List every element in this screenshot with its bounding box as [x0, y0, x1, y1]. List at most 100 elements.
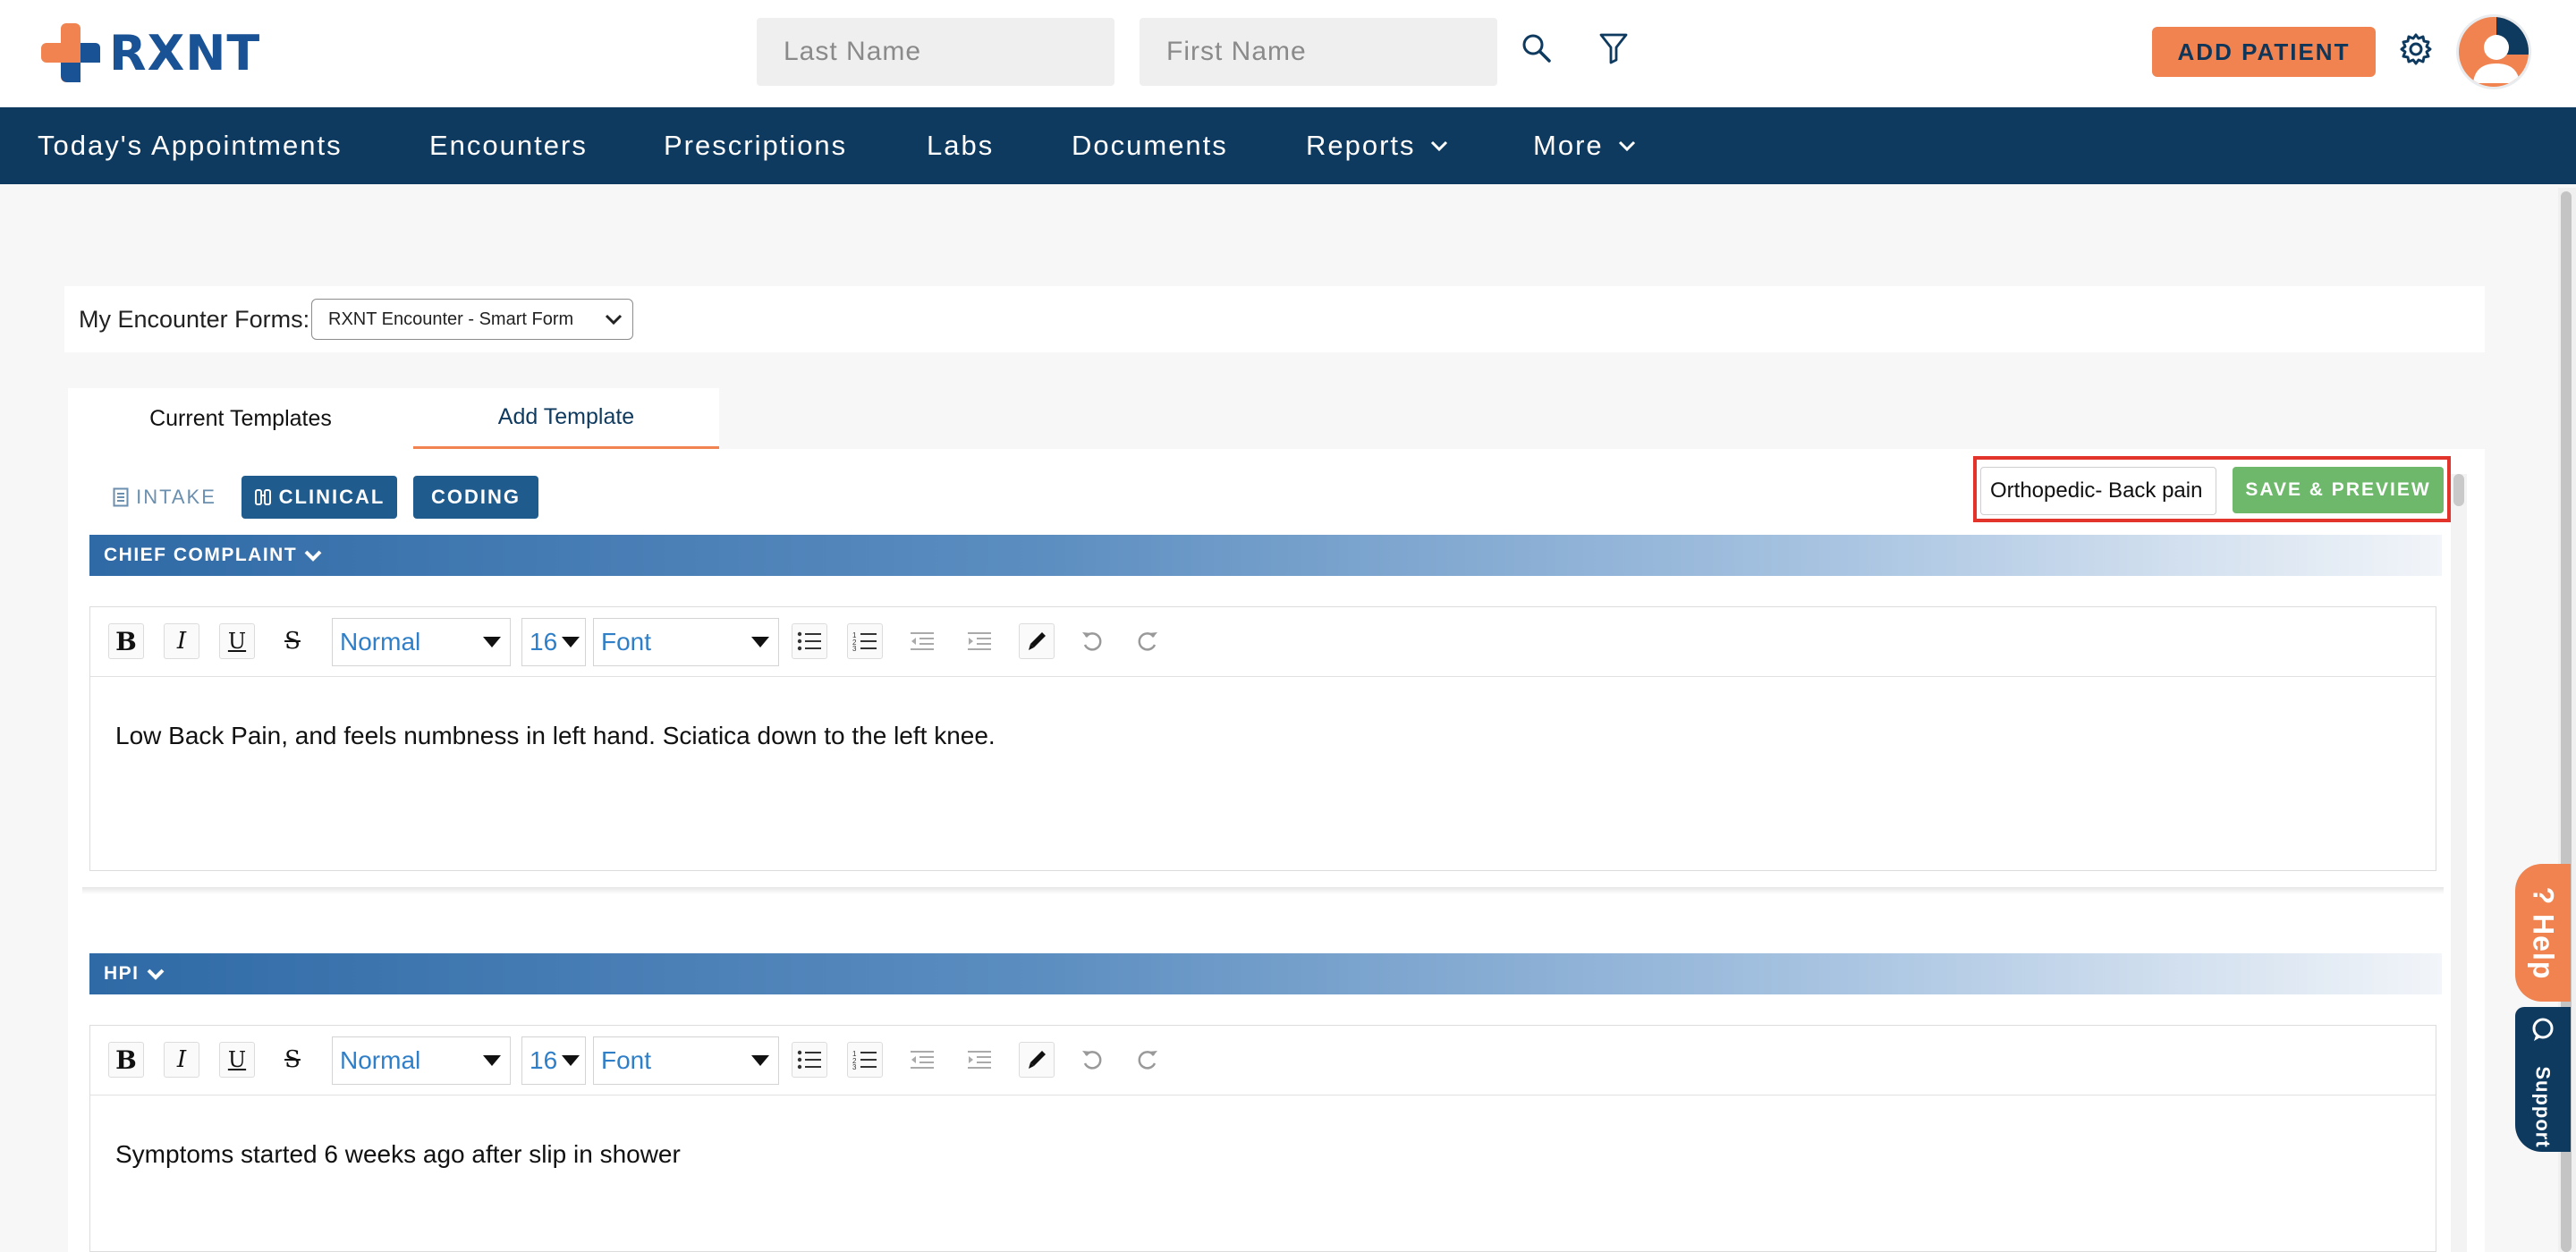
- hpi-editor: B I U S Normal 16 Font 123 Symptoms star…: [89, 1025, 2436, 1252]
- text-color-icon[interactable]: [1019, 1042, 1055, 1078]
- section-tab-clinical[interactable]: CLINICAL: [242, 476, 397, 519]
- font-size-value: 16: [530, 1046, 558, 1074]
- nav-item-more[interactable]: More: [1533, 107, 1636, 184]
- block-format-value: Normal: [340, 628, 421, 656]
- document-icon: [113, 487, 129, 507]
- binoculars-icon: [254, 488, 272, 506]
- numbered-list-icon[interactable]: 123: [847, 1042, 883, 1078]
- bullet-list-icon[interactable]: [792, 623, 827, 659]
- undo-icon[interactable]: [1074, 1042, 1110, 1078]
- editor-scrollbar-thumb[interactable]: [2453, 474, 2464, 506]
- redo-icon[interactable]: [1130, 623, 1165, 659]
- chevron-down-icon: [1430, 140, 1448, 152]
- nav-label: More: [1533, 130, 1604, 161]
- section-tab-coding[interactable]: CODING: [413, 476, 538, 519]
- add-patient-button[interactable]: ADD PATIENT: [2152, 27, 2376, 77]
- font-family-select[interactable]: Font: [593, 1036, 779, 1085]
- chevron-down-icon: [604, 310, 623, 334]
- font-family-value: Font: [601, 1046, 652, 1074]
- indent-icon[interactable]: [962, 1042, 997, 1078]
- help-label: ? Help: [2527, 886, 2560, 979]
- save-preview-button[interactable]: SAVE & PREVIEW: [2233, 467, 2444, 513]
- outdent-icon[interactable]: [904, 623, 940, 659]
- font-size-select[interactable]: 16: [521, 618, 586, 666]
- support-widget-button[interactable]: Support: [2515, 1007, 2571, 1152]
- text-color-icon[interactable]: [1019, 623, 1055, 659]
- search-icon[interactable]: [1517, 29, 1556, 68]
- section-tab-label: CLINICAL: [278, 486, 386, 508]
- editor-toolbar: B I U S Normal 16 Font 123: [90, 1026, 2436, 1096]
- editor-scrollbar[interactable]: [2451, 474, 2467, 1252]
- help-label-text: Help: [2527, 913, 2560, 979]
- underline-button[interactable]: U: [219, 623, 255, 659]
- tab-add-template[interactable]: Add Template: [413, 388, 719, 449]
- nav-item-todays-appointments[interactable]: Today's Appointments: [38, 107, 343, 184]
- numbered-list-icon[interactable]: 123: [847, 623, 883, 659]
- caret-down-icon: [751, 1055, 769, 1066]
- strikethrough-button[interactable]: S: [275, 1042, 310, 1078]
- nav-label: Encounters: [429, 130, 588, 161]
- section-tab-intake[interactable]: INTAKE: [102, 476, 227, 519]
- logo-text: RXNT: [109, 24, 261, 81]
- nav-item-documents[interactable]: Documents: [1072, 107, 1228, 184]
- section-header-hpi[interactable]: HPI: [89, 953, 2442, 994]
- filter-icon[interactable]: [1594, 29, 1633, 68]
- help-widget-button[interactable]: ? Help: [2515, 864, 2571, 1002]
- strikethrough-button[interactable]: S: [275, 623, 310, 659]
- outdent-icon[interactable]: [904, 1042, 940, 1078]
- indent-icon[interactable]: [962, 623, 997, 659]
- font-size-value: 16: [530, 628, 558, 656]
- chat-bubble-icon: [2529, 1016, 2556, 1047]
- redo-icon[interactable]: [1130, 1042, 1165, 1078]
- caret-down-icon: [751, 637, 769, 647]
- caret-down-icon: [483, 1055, 501, 1066]
- nav-label: Documents: [1072, 130, 1228, 161]
- italic-button[interactable]: I: [164, 623, 199, 659]
- underline-button[interactable]: U: [219, 1042, 255, 1078]
- svg-text:3: 3: [852, 645, 857, 651]
- nav-label: Today's Appointments: [38, 130, 343, 161]
- block-format-select[interactable]: Normal: [332, 618, 511, 666]
- nav-item-labs[interactable]: Labs: [927, 107, 994, 184]
- gear-icon[interactable]: [2395, 29, 2436, 70]
- chief-complaint-text[interactable]: Low Back Pain, and feels numbness in lef…: [115, 722, 996, 750]
- chief-complaint-editor: B I U S Normal 16 Font 123 Low Back Pain…: [89, 606, 2436, 871]
- nav-item-reports[interactable]: Reports: [1306, 107, 1448, 184]
- encounter-form-selected: RXNT Encounter - Smart Form: [328, 309, 574, 329]
- hpi-text[interactable]: Symptoms started 6 weeks ago after slip …: [115, 1140, 681, 1169]
- caret-down-icon: [562, 637, 580, 647]
- nav-item-prescriptions[interactable]: Prescriptions: [664, 107, 847, 184]
- block-format-select[interactable]: Normal: [332, 1036, 511, 1085]
- font-family-select[interactable]: Font: [593, 618, 779, 666]
- undo-icon[interactable]: [1074, 623, 1110, 659]
- encounter-form-select[interactable]: RXNT Encounter - Smart Form: [311, 299, 633, 340]
- font-size-select[interactable]: 16: [521, 1036, 586, 1085]
- template-name-input[interactable]: [1980, 467, 2216, 515]
- first-name-input[interactable]: [1140, 18, 1497, 86]
- chevron-down-icon: [304, 548, 322, 563]
- italic-button[interactable]: I: [164, 1042, 199, 1078]
- nav-label: Prescriptions: [664, 130, 848, 161]
- caret-down-icon: [483, 637, 501, 647]
- section-tab-label: CODING: [431, 486, 521, 508]
- section-title: HPI: [104, 963, 140, 984]
- chevron-down-icon: [147, 967, 165, 981]
- tab-label: Current Templates: [149, 405, 332, 431]
- last-name-input[interactable]: [757, 18, 1114, 86]
- bold-button[interactable]: B: [108, 623, 144, 659]
- nav-label: Labs: [927, 130, 995, 161]
- main-nav: Today's Appointments Encounters Prescrip…: [0, 107, 2576, 184]
- section-title: CHIEF COMPLAINT: [104, 545, 298, 565]
- bold-button[interactable]: B: [108, 1042, 144, 1078]
- nav-item-encounters[interactable]: Encounters: [429, 107, 588, 184]
- support-label: Support: [2532, 1066, 2555, 1148]
- app-header: RXNT ADD PATIENT: [0, 0, 2576, 107]
- editor-toolbar: B I U S Normal 16 Font 123: [90, 607, 2436, 677]
- section-header-chief-complaint[interactable]: CHIEF COMPLAINT: [89, 535, 2442, 576]
- section-tab-label: INTAKE: [136, 486, 216, 508]
- chevron-down-icon: [1618, 140, 1636, 152]
- rxnt-logo[interactable]: RXNT: [41, 23, 260, 82]
- bullet-list-icon[interactable]: [792, 1042, 827, 1078]
- tab-current-templates[interactable]: Current Templates: [68, 388, 413, 449]
- avatar[interactable]: [2456, 14, 2531, 89]
